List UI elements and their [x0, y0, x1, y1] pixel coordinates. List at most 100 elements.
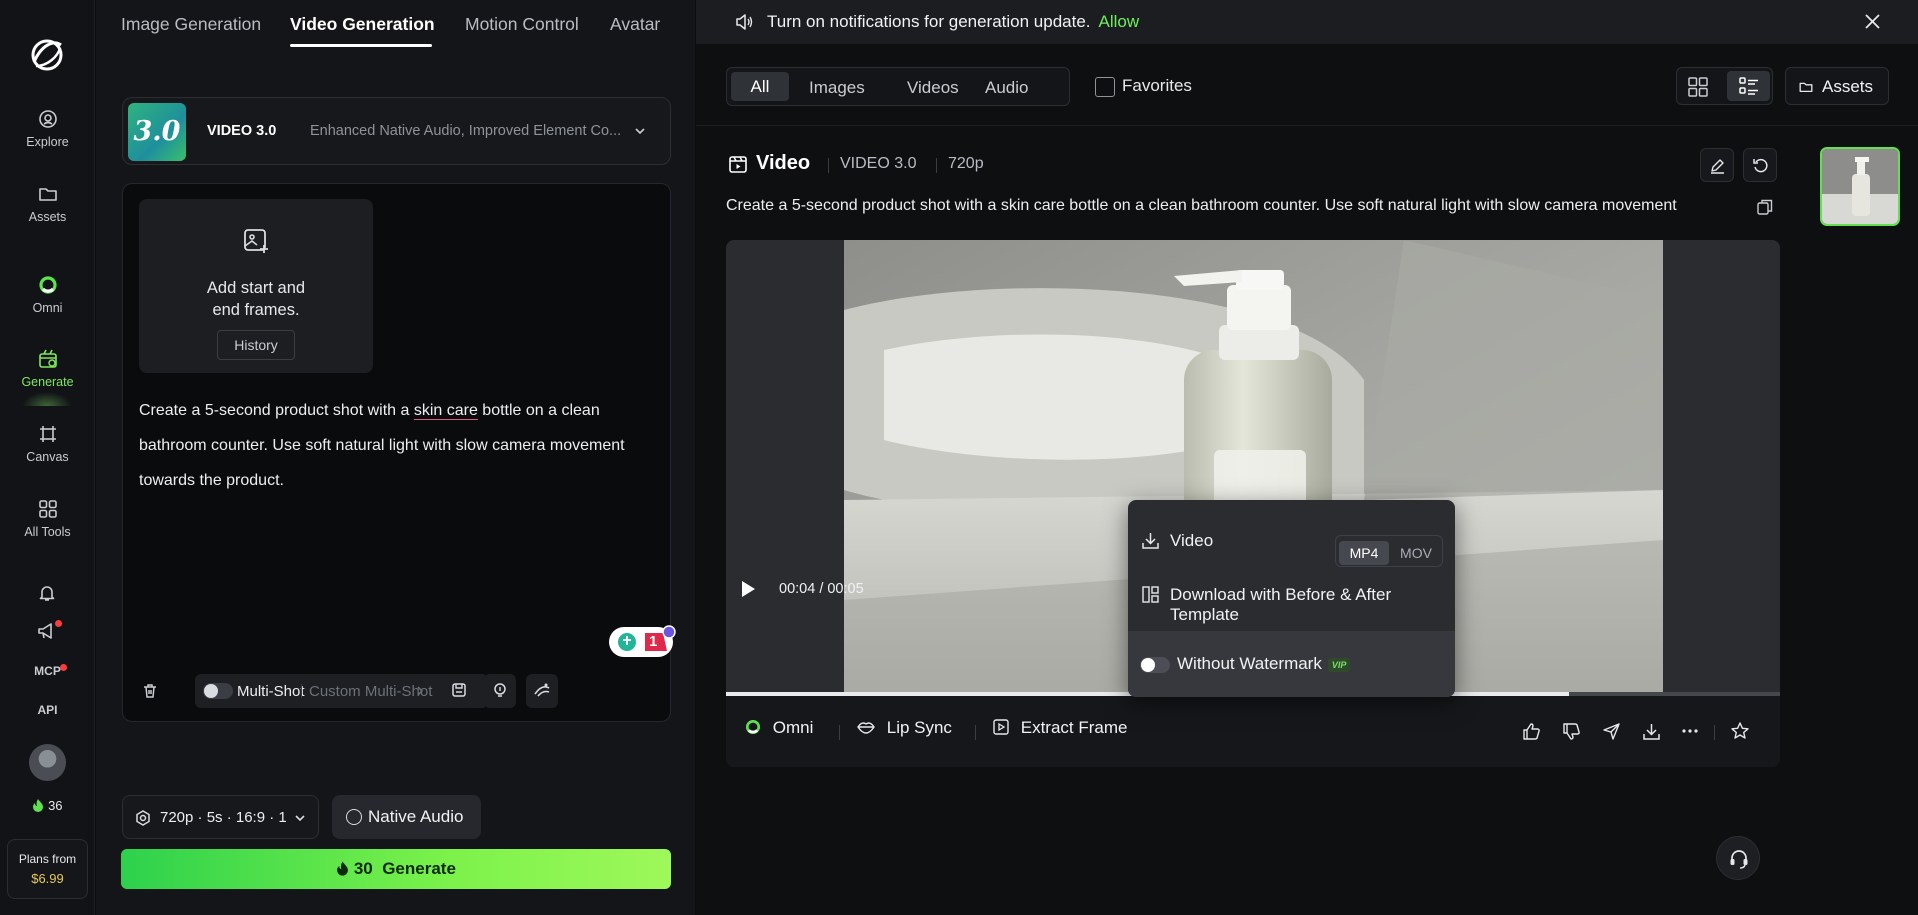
extract-frame-action[interactable]: Extract Frame	[992, 718, 1127, 738]
rail-item-label: All Tools	[24, 525, 71, 539]
divider	[1714, 725, 1715, 740]
share-icon[interactable]	[1602, 722, 1621, 741]
download-video-option[interactable]: Video MP4 MOV	[1128, 515, 1455, 567]
lightbulb-icon	[492, 682, 508, 698]
omni-action[interactable]: Omni	[744, 718, 813, 738]
vip-badge: VIP	[1327, 657, 1351, 672]
favorites-label: Favorites	[1122, 76, 1192, 95]
edit-button[interactable]	[1700, 148, 1734, 182]
add-image-icon	[242, 227, 270, 255]
extract-frame-icon	[993, 719, 1009, 735]
download-video-label: Video	[1170, 531, 1214, 550]
app-logo-icon[interactable]	[28, 36, 66, 74]
allow-link[interactable]: Allow	[1099, 12, 1140, 31]
list-view-icon[interactable]	[1727, 71, 1770, 101]
custom-multishot-link[interactable]: Custom Multi-Shot	[309, 683, 432, 700]
star-icon[interactable]	[1730, 721, 1750, 741]
thumbs-down-icon[interactable]	[1562, 722, 1581, 741]
rail-item-label: Generate	[21, 375, 74, 389]
bell-icon[interactable]	[37, 583, 57, 603]
enhance-prompt-button[interactable]	[526, 674, 558, 708]
tab-avatar[interactable]: Avatar	[610, 14, 660, 35]
video-settings-dropdown[interactable]: 720p · 5s · 16:9 · 1	[122, 795, 319, 839]
frames-upload[interactable]: Add start and end frames. History	[139, 199, 373, 373]
support-button[interactable]	[1716, 836, 1760, 880]
credits-count: 36	[0, 798, 95, 813]
native-audio-toggle[interactable]: Native Audio	[332, 795, 481, 839]
tab-motion-control[interactable]: Motion Control	[465, 14, 579, 35]
rail-item-canvas[interactable]: Canvas	[0, 423, 95, 464]
divider	[696, 125, 1918, 126]
filter-videos[interactable]: Videos	[907, 78, 959, 98]
lips-icon	[857, 722, 875, 734]
lip-sync-action[interactable]: Lip Sync	[856, 718, 952, 738]
grid-view-icon[interactable]	[1687, 76, 1709, 98]
generate-icon	[37, 348, 59, 370]
rail-item-omni[interactable]: Omni	[0, 274, 95, 315]
download-menu: Video MP4 MOV Download with Before & Aft…	[1128, 500, 1455, 697]
rail-item-all-tools[interactable]: All Tools	[0, 498, 95, 539]
generate-cost: 30	[353, 859, 373, 878]
format-mp4[interactable]: MP4	[1339, 541, 1389, 565]
rail-item-explore[interactable]: Explore	[0, 108, 95, 149]
flame-icon	[33, 799, 44, 812]
prompt-textarea[interactable]: Create a 5-second product shot with a sk…	[139, 393, 654, 498]
filter-audio[interactable]: Audio	[985, 78, 1028, 98]
filter-all[interactable]: All	[731, 72, 789, 101]
view-toggle	[1676, 67, 1773, 105]
inspiration-button[interactable]	[484, 674, 516, 708]
divider	[301, 684, 302, 698]
watermark-option[interactable]: Without Watermark VIP	[1128, 631, 1455, 697]
folder-icon	[37, 183, 59, 205]
regenerate-button[interactable]	[1743, 148, 1777, 182]
model-description: Enhanced Native Audio, Improved Element …	[310, 123, 622, 139]
model-badge: 3.0	[128, 103, 186, 161]
more-icon[interactable]	[1682, 729, 1698, 733]
download-icon[interactable]	[1642, 722, 1661, 741]
help-badge[interactable]: 1	[609, 625, 677, 659]
video-icon	[728, 154, 748, 174]
tab-video-generation[interactable]: Video Generation	[290, 14, 435, 35]
trash-icon[interactable]	[141, 682, 159, 700]
generate-label: Generate	[382, 859, 456, 878]
generation-tabs: Image Generation Video Generation Motion…	[96, 0, 695, 50]
headset-icon	[1728, 848, 1750, 870]
watermark-toggle[interactable]	[1140, 657, 1170, 673]
close-icon[interactable]	[1864, 13, 1881, 30]
plans-button[interactable]: Plans from $6.99	[7, 839, 88, 899]
model-selector[interactable]: 3.0 VIDEO 3.0 Enhanced Native Audio, Imp…	[122, 97, 671, 165]
avatar[interactable]	[29, 744, 66, 781]
rail-item-generate[interactable]: Generate	[0, 348, 95, 389]
history-button[interactable]: History	[217, 330, 295, 360]
model-name: VIDEO 3.0	[207, 123, 277, 139]
refresh-icon	[1752, 157, 1769, 174]
rail-item-mcp[interactable]: MCP	[0, 664, 95, 678]
assets-button[interactable]: Assets	[1785, 67, 1889, 105]
filter-images[interactable]: Images	[809, 78, 865, 98]
native-audio-label: Native Audio	[368, 807, 464, 826]
tab-image-generation[interactable]: Image Generation	[121, 14, 261, 35]
omni-icon	[745, 719, 761, 735]
format-mov[interactable]: MOV	[1391, 541, 1441, 565]
multishot-toggle[interactable]	[203, 683, 233, 699]
multishot-label: Multi-Shot	[237, 683, 305, 700]
notification-dot	[60, 664, 67, 671]
left-rail: Explore Assets Omni Generate Canvas All …	[0, 0, 95, 915]
rail-item-label: Explore	[26, 135, 69, 149]
generate-button[interactable]: 30 Generate	[121, 849, 671, 889]
speaker-icon	[734, 12, 754, 32]
template-icon	[1141, 585, 1160, 604]
result-thumbnail[interactable]	[1820, 147, 1900, 226]
copy-icon[interactable]	[1756, 198, 1774, 216]
rail-item-assets[interactable]: Assets	[0, 183, 95, 224]
divider	[975, 725, 976, 740]
thumbs-up-icon[interactable]	[1522, 722, 1541, 741]
megaphone-icon[interactable]	[36, 620, 62, 641]
download-template-option[interactable]: Download with Before & After Template	[1128, 580, 1455, 632]
play-icon[interactable]	[739, 579, 757, 599]
save-draft-button[interactable]	[443, 674, 475, 708]
chevron-down-icon	[294, 812, 306, 824]
divider	[828, 158, 829, 173]
rail-item-api[interactable]: API	[0, 703, 95, 717]
favorites-checkbox[interactable]: Favorites	[1095, 76, 1192, 97]
